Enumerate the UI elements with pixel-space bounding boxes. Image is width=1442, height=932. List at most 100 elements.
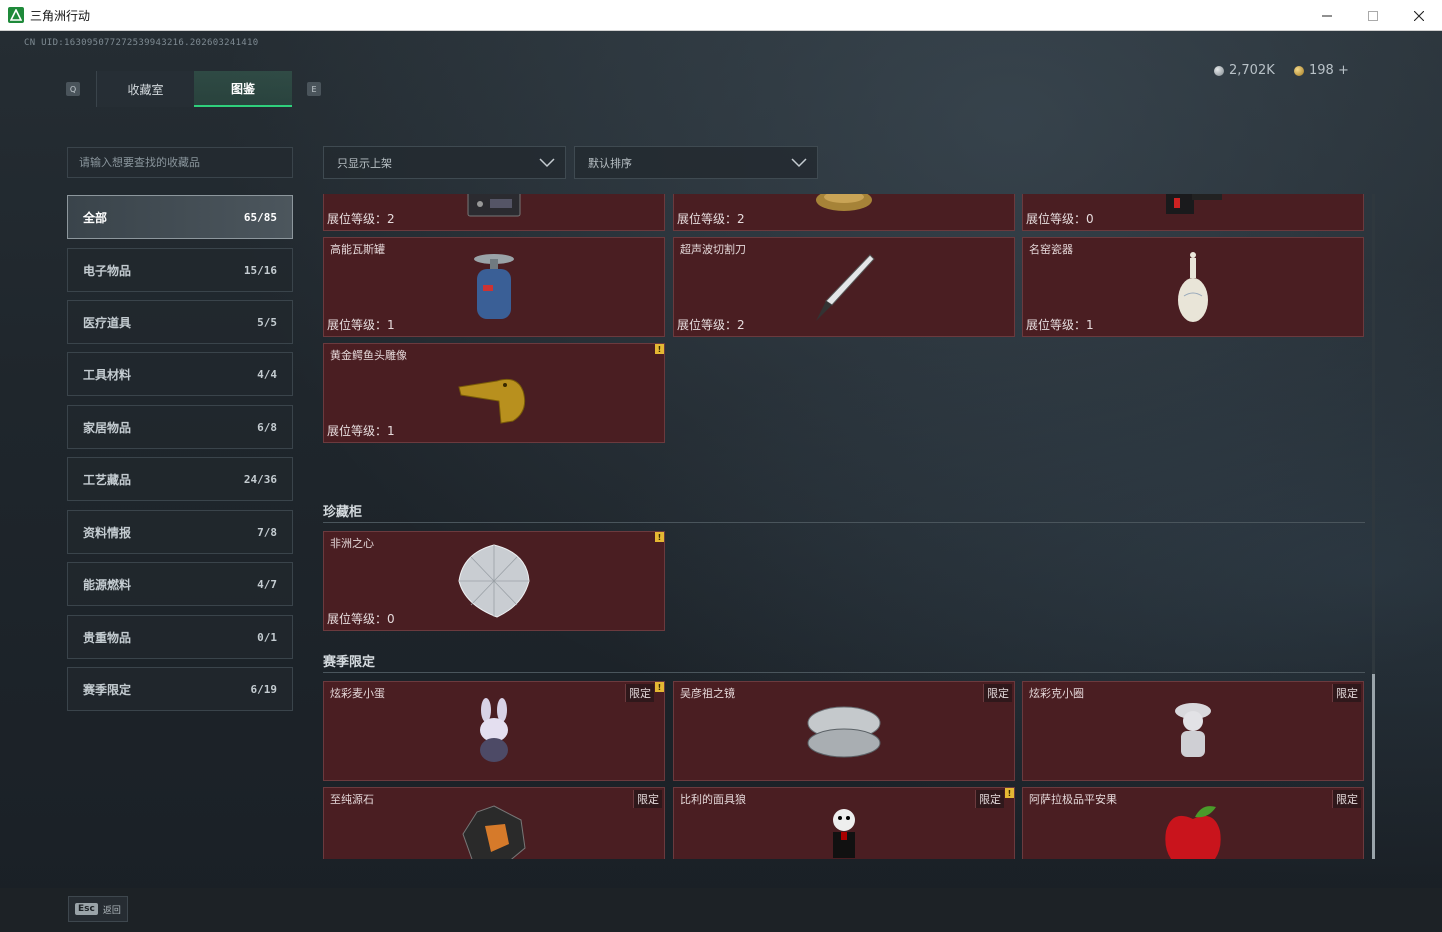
collection-card[interactable]: 超声波切割刀 展位等级：2 — [673, 237, 1015, 337]
sidebar-item-crafts[interactable]: 工艺藏品 24/36 — [67, 457, 293, 501]
item-name: 炫彩克小圈 — [1029, 687, 1084, 700]
limited-tag: 限定 — [625, 684, 654, 702]
sidebar-item-count: 6/19 — [250, 682, 278, 696]
electronic-box-icon — [467, 194, 521, 217]
gold-currency[interactable]: 198 + — [1294, 63, 1349, 78]
tab-collection-room[interactable]: 收藏室 — [96, 71, 194, 107]
golden-nest-icon — [816, 194, 872, 211]
sidebar-item-label: 能源燃料 — [83, 577, 132, 592]
q-key-hint[interactable]: Q — [66, 82, 80, 96]
game-screen: CN UID:16309507727253994321​6.2026032414… — [0, 31, 1442, 932]
diamond-icon — [458, 544, 530, 618]
sidebar-item-count: 5/5 — [257, 315, 277, 329]
display-level: 展位等级：0 — [327, 612, 395, 626]
scrollbar-thumb[interactable] — [1372, 674, 1375, 859]
sidebar-item-season[interactable]: 赛季限定 6/19 — [67, 667, 293, 711]
sidebar-item-label: 工艺藏品 — [83, 472, 132, 487]
collection-card[interactable]: 非洲之心 ! 展位等级：0 — [323, 531, 665, 631]
display-level: 展位等级：1 — [327, 424, 395, 438]
collection-card[interactable]: 比利的面具狼 限定 ! — [673, 787, 1015, 859]
filter-dropdown[interactable]: 只显示上架 — [323, 146, 566, 179]
compact-mirror-icon — [807, 706, 881, 758]
silver-currency: 2,702K — [1214, 63, 1275, 78]
sidebar-item-medical[interactable]: 医疗道具 5/5 — [67, 300, 293, 344]
maximize-button[interactable] — [1350, 0, 1396, 31]
sort-dropdown[interactable]: 默认排序 — [574, 146, 818, 179]
grid-scrollbar[interactable] — [1372, 194, 1375, 859]
sidebar-item-electronics[interactable]: 电子物品 15/16 — [67, 248, 293, 292]
item-name: 高能瓦斯罐 — [330, 243, 385, 256]
collection-card[interactable]: 炫彩克小圈 限定 — [1022, 681, 1364, 781]
sidebar-item-label: 工具材料 — [83, 367, 132, 382]
sidebar-item-energy[interactable]: 能源燃料 4/7 — [67, 562, 293, 606]
collection-card[interactable]: 高能瓦斯罐 展位等级：1 — [323, 237, 665, 337]
puppet-icon — [833, 809, 855, 858]
collection-card[interactable]: 展位等级：2 — [323, 194, 665, 231]
display-level: 展位等级：1 — [1026, 318, 1094, 332]
collection-grid: 展位等级：2 展位等级：2 展位等级：0 高能瓦斯罐 展位等级：1 超声波切割刀 — [323, 194, 1375, 859]
sidebar-item-count: 4/4 — [257, 367, 277, 381]
limited-tag: 限定 — [633, 790, 662, 808]
e-key-hint[interactable]: E — [307, 82, 321, 96]
sidebar-item-count: 6/8 — [257, 420, 277, 434]
sidebar-item-all[interactable]: 全部 65/85 — [67, 195, 293, 239]
display-level: 展位等级：2 — [677, 212, 745, 226]
porcelain-vase-icon — [1178, 252, 1208, 322]
close-button[interactable] — [1396, 0, 1442, 31]
collection-card[interactable]: 阿萨拉极品平安果 限定 — [1022, 787, 1364, 859]
collection-card[interactable]: 展位等级：2 — [673, 194, 1015, 231]
tab-catalog[interactable]: 图鉴 — [194, 71, 292, 107]
collection-card[interactable]: 至纯源石 限定 — [323, 787, 665, 859]
item-name: 炫彩麦小蛋 — [330, 687, 385, 700]
sidebar-item-count: 7/8 — [257, 525, 277, 539]
section-divider — [323, 672, 1365, 673]
silver-amount: 2,702K — [1229, 63, 1275, 78]
window-title: 三角洲行动 — [30, 8, 91, 23]
limited-tag: 限定 — [983, 684, 1012, 702]
sidebar-item-intel[interactable]: 资料情报 7/8 — [67, 510, 293, 554]
display-level: 展位等级：0 — [1026, 212, 1094, 226]
figurine-icon — [1175, 703, 1211, 757]
item-name: 名窑瓷器 — [1029, 243, 1073, 256]
sort-value: 默认排序 — [588, 156, 632, 170]
source-stone-icon — [462, 805, 526, 859]
collection-card[interactable]: 展位等级：0 — [1022, 194, 1364, 231]
limited-tag: 限定 — [1332, 684, 1361, 702]
sidebar-item-count: 65/85 — [243, 210, 277, 224]
display-level: 展位等级：1 — [327, 318, 395, 332]
collection-card[interactable]: 名窑瓷器 展位等级：1 — [1022, 237, 1364, 337]
sidebar-item-valuables[interactable]: 贵重物品 0/1 — [67, 615, 293, 659]
sidebar-item-label: 家居物品 — [83, 420, 132, 435]
gold-amount: 198 + — [1309, 63, 1349, 78]
section-title-treasure: 珍藏柜 — [323, 505, 363, 520]
collection-card[interactable]: 黄金鳄鱼头雕像 ! 展位等级：1 — [323, 343, 665, 443]
collection-card[interactable]: 炫彩麦小蛋 限定 ! — [323, 681, 665, 781]
sidebar-item-label: 全部 — [83, 210, 108, 225]
sidebar-item-label: 贵重物品 — [83, 630, 132, 645]
black-device-icon — [1166, 194, 1222, 214]
sidebar-item-count: 15/16 — [243, 263, 277, 277]
uid-label: CN UID:16309507727253994321​6.2026032414… — [24, 38, 259, 48]
ultrasonic-knife-icon — [816, 254, 875, 321]
sidebar-item-count: 24/36 — [243, 472, 277, 486]
bunny-egg-icon — [480, 698, 508, 762]
minimize-button[interactable] — [1304, 0, 1350, 31]
item-name: 非洲之心 — [330, 537, 374, 550]
search-input[interactable] — [67, 147, 293, 178]
gas-canister-icon — [474, 254, 514, 319]
sidebar-item-label: 医疗道具 — [83, 315, 132, 330]
chevron-down-icon — [539, 158, 555, 168]
new-badge: ! — [1005, 788, 1014, 798]
sidebar-item-tools[interactable]: 工具材料 4/4 — [67, 352, 293, 396]
display-level: 展位等级：2 — [677, 318, 745, 332]
red-apple-icon — [1165, 806, 1221, 859]
sidebar-item-household[interactable]: 家居物品 6/8 — [67, 405, 293, 449]
sidebar-item-label: 电子物品 — [83, 263, 132, 278]
back-label: 返回 — [102, 905, 121, 916]
display-level: 展位等级：2 — [327, 212, 395, 226]
filter-value: 只显示上架 — [337, 156, 392, 170]
item-name: 超声波切割刀 — [680, 243, 746, 256]
sidebar-item-label: 赛季限定 — [83, 682, 132, 697]
collection-card[interactable]: 吴彦祖之镜 限定 — [673, 681, 1015, 781]
back-button[interactable]: Esc 返回 — [68, 896, 128, 922]
